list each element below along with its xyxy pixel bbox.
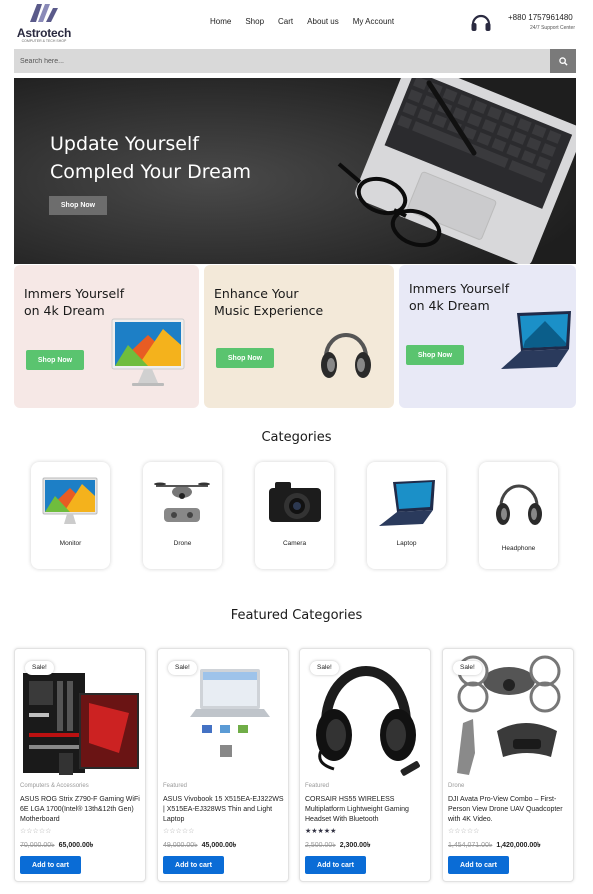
hero-title: Update Yourself Compled Your Dream	[50, 130, 251, 186]
sale-badge: Sale!	[25, 661, 54, 675]
category-laptop[interactable]: Laptop	[367, 462, 446, 569]
brand-tagline: COMPUTER & TECH SHOP	[21, 39, 67, 43]
promo-title: Immers Yourself on 4k Dream	[409, 281, 510, 313]
promo-shop-now-button[interactable]: Shop Now	[406, 345, 464, 365]
category-label: Monitor	[59, 540, 82, 547]
promo-monitor: Immers Yourself on 4k Dream Shop Now	[14, 265, 199, 408]
product-rating: ☆☆☆☆☆	[448, 828, 480, 835]
product-name[interactable]: DJI Avata Pro-View Combo – First-Person …	[448, 795, 572, 825]
sale-price: 2,300.00৳	[339, 842, 371, 849]
promo-laptop: Immers Yourself on 4k Dream Shop Now	[399, 265, 576, 408]
logo-icon	[30, 4, 58, 22]
category-label: Camera	[282, 540, 307, 547]
category-label: Headphone	[501, 545, 536, 552]
category-label: Laptop	[396, 540, 417, 547]
product-category[interactable]: Featured	[305, 783, 329, 789]
category-camera[interactable]: Camera	[255, 462, 334, 569]
product-card[interactable]: Sale! Drone DJI Avata Pro-View Combo – F…	[442, 648, 574, 882]
headphones-image	[321, 333, 371, 378]
product-rating: ★★★★★	[305, 828, 337, 835]
category-headphone[interactable]: Headphone	[479, 462, 558, 569]
sale-price: 45,000.00৳	[201, 842, 237, 849]
category-monitor[interactable]: Monitor	[31, 462, 110, 569]
product-card[interactable]: Sale! Featured CORSAIR HS55 WIRELESS Mul…	[299, 648, 431, 882]
product-category[interactable]: Featured	[163, 783, 187, 789]
laptop-icon	[379, 480, 435, 526]
product-price: 49,000.00৳ 45,000.00৳	[163, 839, 236, 851]
sale-price: 65,000.00৳	[58, 842, 94, 849]
product-card[interactable]: Sale! Featured ASUS Vivobook 15 X515EA-E…	[157, 648, 289, 882]
categories-title: Categories	[261, 430, 332, 445]
headphone-icon	[496, 484, 542, 525]
nav-my-account[interactable]: My Account	[353, 17, 394, 26]
site-header: Astrotech COMPUTER & TECH SHOP Home Shop…	[0, 0, 593, 48]
sale-badge: Sale!	[453, 661, 482, 675]
old-price: 70,000.00৳	[20, 842, 55, 849]
old-price: 1,454,071.00৳	[448, 842, 493, 849]
search-bar	[14, 49, 576, 73]
sale-badge: Sale!	[310, 661, 339, 675]
hero-shop-now-button[interactable]: Shop Now	[49, 196, 107, 215]
drone-icon	[154, 482, 210, 522]
product-price: 1,454,071.00৳ 1,420,000.00৳	[448, 839, 541, 851]
hero-title-line2: Compled Your Dream	[50, 161, 251, 183]
promo-shop-now-button[interactable]: Shop Now	[26, 350, 84, 370]
add-to-cart-button[interactable]: Add to cart	[305, 856, 366, 874]
add-to-cart-button[interactable]: Add to cart	[448, 856, 509, 874]
monitor-image	[111, 318, 185, 386]
hero-banner: Update Yourself Compled Your Dream Shop …	[14, 78, 576, 264]
search-button[interactable]	[550, 49, 576, 73]
product-price: 70,000.00৳ 65,000.00৳	[20, 839, 93, 851]
category-drone[interactable]: Drone	[143, 462, 222, 569]
support-phone: +880 1757961480	[508, 13, 573, 22]
nav-about[interactable]: About us	[307, 17, 339, 26]
nav-home[interactable]: Home	[210, 17, 231, 26]
sale-badge: Sale!	[168, 661, 197, 675]
promo-headphones: Enhance Your Music Experience Shop Now	[204, 265, 394, 408]
category-label: Drone	[173, 540, 192, 547]
nav-cart[interactable]: Cart	[278, 17, 293, 26]
laptop-image	[501, 311, 571, 369]
product-name[interactable]: ASUS ROG Strix Z790-F Gaming WiFi 6E LGA…	[20, 795, 144, 825]
brand-name: Astrotech	[16, 26, 72, 40]
main-nav: Home Shop Cart About us My Account	[210, 17, 408, 26]
headset-icon	[471, 14, 491, 31]
hero-title-line1: Update Yourself	[50, 133, 199, 155]
promo-title: Enhance Your Music Experience	[214, 286, 324, 318]
product-name[interactable]: CORSAIR HS55 WIRELESS Multiplatform Ligh…	[305, 795, 429, 825]
monitor-icon	[42, 477, 98, 524]
product-price: 2,500.00৳ 2,300.00৳	[305, 839, 370, 851]
product-rating: ☆☆☆☆☆	[163, 828, 195, 835]
featured-title: Featured Categories	[230, 608, 363, 623]
product-name[interactable]: ASUS Vivobook 15 X515EA-EJ322WS | X515EA…	[163, 795, 287, 825]
promo-title: Immers Yourself on 4k Dream	[24, 286, 125, 318]
product-card[interactable]: Sale! Computers & Accessories ASUS ROG S…	[14, 648, 146, 882]
search-icon	[558, 56, 568, 66]
old-price: 2,500.00৳	[305, 842, 336, 849]
add-to-cart-button[interactable]: Add to cart	[163, 856, 224, 874]
promo-shop-now-button[interactable]: Shop Now	[216, 348, 274, 368]
product-rating: ☆☆☆☆☆	[20, 828, 52, 835]
product-category[interactable]: Drone	[448, 783, 464, 789]
brand-logo[interactable]: Astrotech COMPUTER & TECH SHOP	[14, 2, 74, 46]
nav-shop[interactable]: Shop	[245, 17, 264, 26]
product-category[interactable]: Computers & Accessories	[20, 783, 89, 789]
sale-price: 1,420,000.00৳	[496, 842, 541, 849]
camera-icon	[269, 482, 321, 522]
support-label: 24/7 Support Center	[529, 25, 575, 31]
search-input[interactable]	[14, 49, 550, 73]
old-price: 49,000.00৳	[163, 842, 198, 849]
add-to-cart-button[interactable]: Add to cart	[20, 856, 81, 874]
